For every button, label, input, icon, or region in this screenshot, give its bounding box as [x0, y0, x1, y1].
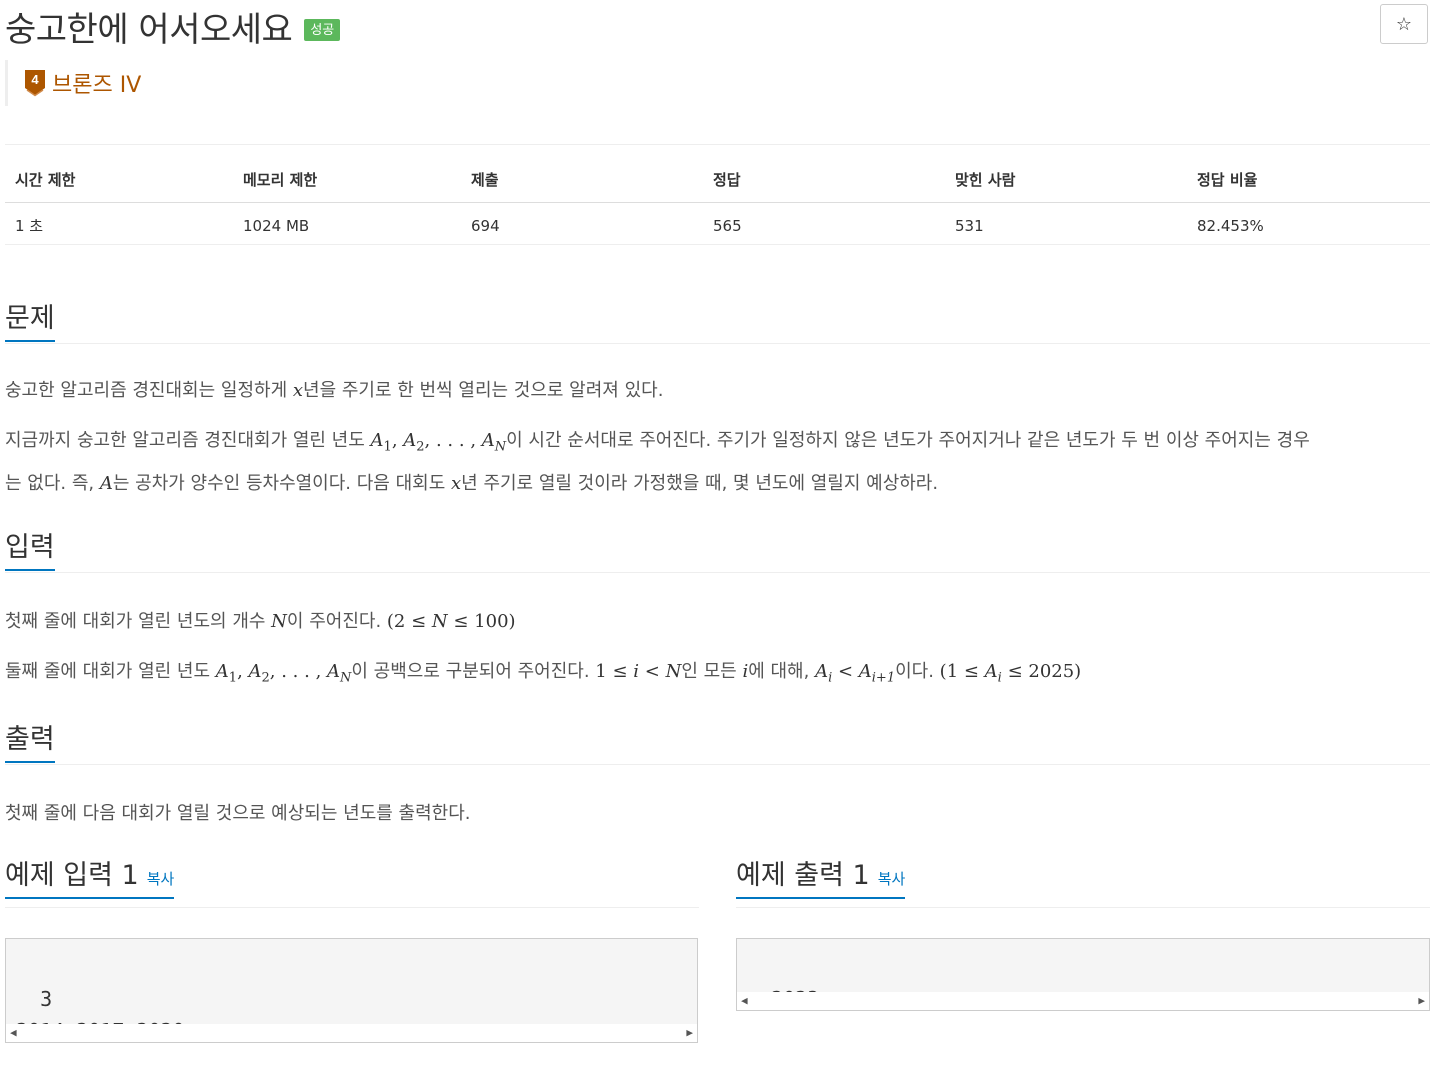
problem-paragraph-2: 지금까지 숭고한 알고리즘 경진대회가 열린 년도 A1, A2, . . . …: [5, 430, 1310, 494]
input-paragraph-2: 둘째 줄에 대회가 열린 년도 A1, A2, . . . , AN이 공백으로…: [5, 661, 1082, 686]
scroll-right-icon[interactable]: ▶: [1418, 985, 1425, 1017]
output-description: 첫째 줄에 다음 대회가 열릴 것으로 예상되는 년도를 출력한다.: [5, 803, 471, 824]
submissions-value: 694: [461, 202, 703, 245]
input-paragraph-1: 첫째 줄에 대회가 열린 년도의 개수 N이 주어진다. (2 ≤ N ≤ 10…: [5, 611, 516, 632]
problem-title: 숭고한에 어서오세요: [5, 10, 293, 50]
copy-sample-output-button[interactable]: 복사: [878, 870, 906, 888]
star-icon: ☆: [1395, 13, 1413, 35]
sample-input-title: 예제 입력 1 복사: [5, 853, 175, 899]
input-section: 입력 첫째 줄에 대회가 열린 년도의 개수 N이 주어진다. (2 ≤ N ≤…: [5, 525, 1430, 698]
header-accepted: 정답: [703, 168, 945, 203]
input-description: 첫째 줄에 대회가 열린 년도의 개수 N이 주어진다. (2 ≤ N ≤ 10…: [5, 603, 1430, 698]
memory-limit-value: 1024 MB: [233, 202, 461, 245]
status-badge: 성공: [304, 18, 341, 41]
sample-output-title: 예제 출력 1 복사: [736, 853, 906, 899]
header-time-limit: 시간 제한: [5, 168, 233, 203]
scroll-left-icon[interactable]: ◀: [10, 1017, 17, 1049]
sample-output-box[interactable]: 2023 ◀ ▶: [736, 938, 1430, 1011]
bronze-tier-icon: 4: [24, 69, 46, 97]
divider: [5, 144, 1430, 145]
header-submissions: 제출: [461, 168, 703, 203]
favorite-star-button[interactable]: ☆: [1380, 4, 1428, 44]
tier-number: 4: [31, 72, 39, 87]
scroll-right-icon[interactable]: ▶: [686, 1017, 693, 1049]
output-section: 출력 첫째 줄에 다음 대회가 열릴 것으로 예상되는 년도를 출력한다.: [5, 717, 1430, 833]
section-title-problem: 문제: [5, 296, 55, 342]
sample-output-panel: 예제 출력 1 복사: [736, 853, 1430, 908]
horizontal-scrollbar[interactable]: ◀ ▶: [737, 992, 1429, 1010]
horizontal-scrollbar[interactable]: ◀ ▶: [6, 1024, 697, 1042]
problem-description: 숭고한 알고리즘 경진대회는 일정하게 x년을 주기로 한 번씩 열리는 것으로…: [5, 372, 1430, 503]
sample-input-panel: 예제 입력 1 복사: [5, 853, 699, 908]
problem-paragraph-1: 숭고한 알고리즘 경진대회는 일정하게 x년을 주기로 한 번씩 열리는 것으로…: [5, 380, 664, 401]
solved-users-value: 531: [945, 202, 1187, 245]
problem-info-table: 시간 제한 메모리 제한 제출 정답 맞힌 사람 정답 비율 1 초 1024 …: [5, 168, 1430, 245]
table-header-row: 시간 제한 메모리 제한 제출 정답 맞힌 사람 정답 비율: [5, 168, 1430, 203]
section-title-input: 입력: [5, 525, 55, 571]
header-memory-limit: 메모리 제한: [233, 168, 461, 203]
tier-box: 4 브론즈 IV: [5, 60, 141, 106]
scroll-left-icon[interactable]: ◀: [741, 985, 748, 1017]
header-accept-ratio: 정답 비율: [1187, 168, 1430, 203]
section-title-output: 출력: [5, 717, 55, 763]
problem-header: 숭고한에 어서오세요 성공: [5, 2, 341, 51]
accepted-value: 565: [703, 202, 945, 245]
accept-ratio-value: 82.453%: [1187, 202, 1430, 245]
header-solved-users: 맞힌 사람: [945, 168, 1187, 203]
tier-label[interactable]: 브론즈 IV: [52, 67, 141, 99]
copy-sample-input-button[interactable]: 복사: [147, 870, 175, 888]
time-limit-value: 1 초: [5, 202, 233, 245]
problem-section: 문제 숭고한 알고리즘 경진대회는 일정하게 x년을 주기로 한 번씩 열리는 …: [5, 296, 1430, 503]
sample-input-box[interactable]: 3 2014 2017 2020 ◀ ▶: [5, 938, 698, 1043]
table-row: 1 초 1024 MB 694 565 531 82.453%: [5, 202, 1430, 245]
